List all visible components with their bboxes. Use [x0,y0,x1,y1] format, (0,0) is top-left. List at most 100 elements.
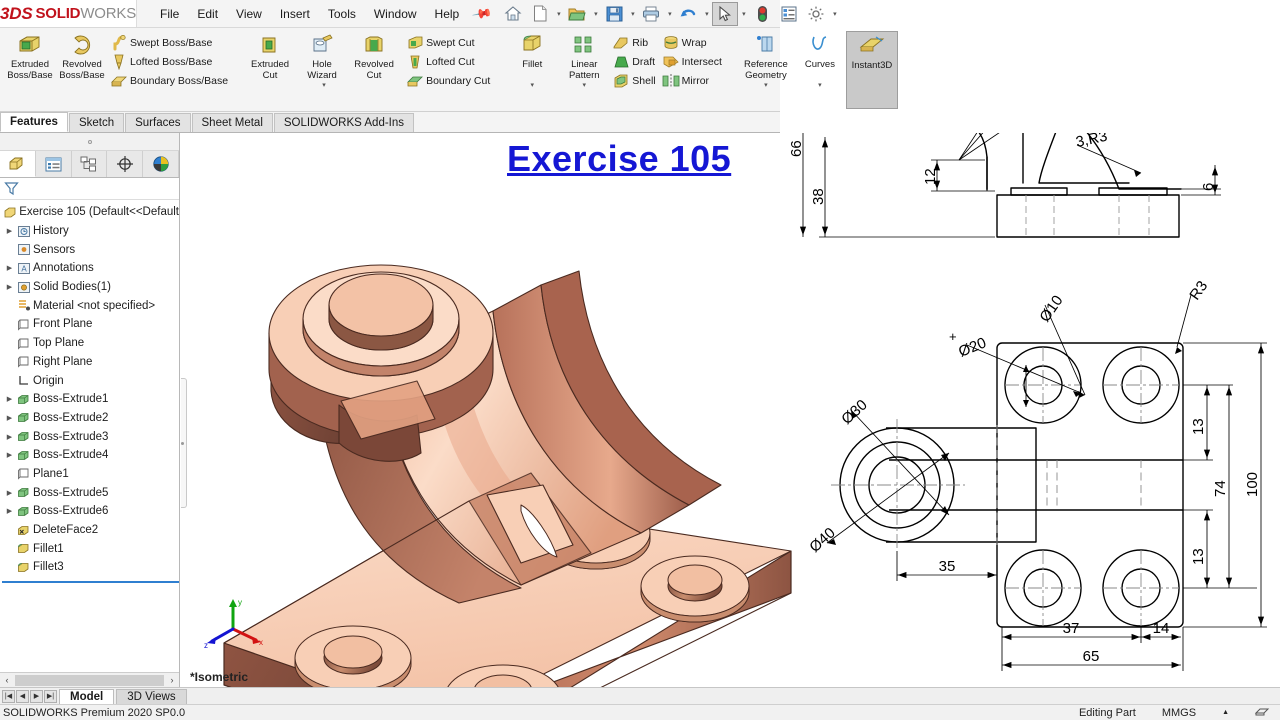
tree-item-boss-extrude1[interactable]: ▶ Boss-Extrude1 [2,390,179,409]
menu-item-file[interactable]: File [151,4,188,24]
three-d-model-bracket[interactable] [221,133,841,687]
undo-icon[interactable] [675,2,701,26]
pin-icon[interactable]: 📌 [471,2,494,24]
save-icon[interactable] [601,2,627,26]
tree-item-front-plane[interactable]: Front Plane [2,315,179,334]
new-document-icon[interactable] [527,2,553,26]
boundary-boss-base-button[interactable]: Boundary Boss/Base [108,72,232,90]
tree-item-annotations[interactable]: ▶ A Annotations [2,259,179,278]
tab-sketch[interactable]: Sketch [68,113,125,132]
tree-horizontal-scrollbar[interactable]: ‹ › [0,672,179,687]
tab-3d-views[interactable]: 3D Views [116,688,187,704]
scroll-right-arrow-icon[interactable]: › [165,675,179,685]
feature-manager-tab[interactable] [0,151,36,177]
boundary-cut-button[interactable]: Boundary Cut [404,72,494,90]
menu-item-tools[interactable]: Tools [319,4,365,24]
fillet-dropdown-icon[interactable]: ▾ [506,81,558,91]
tree-item-fillet3[interactable]: Fillet3 [2,558,179,577]
curves-dropdown-icon[interactable]: ▾ [794,81,846,91]
scroll-left-arrow-icon[interactable]: ‹ [0,675,14,685]
curves-button[interactable]: Curves [794,31,846,81]
open-icon[interactable] [564,2,590,26]
display-overlay-icon[interactable] [1254,705,1270,721]
tree-item-origin[interactable]: Origin [2,371,179,390]
tab-surfaces[interactable]: Surfaces [125,113,191,132]
tab-features[interactable]: Features [0,112,68,132]
tree-item-boss-extrude5[interactable]: ▶ Boss-Extrude5 [2,483,179,502]
rib-button[interactable]: Rib [610,34,659,52]
fillet-button[interactable]: Fillet [506,31,558,81]
instant3d-button[interactable]: Instant3D [845,31,898,109]
pattern-dropdown-icon[interactable]: ▾ [558,81,610,91]
print-dropdown-icon[interactable]: ▾ [665,10,674,18]
nav-prev-button[interactable]: ◀ [16,689,29,703]
intersect-button[interactable]: Intersect [660,53,726,71]
save-dropdown-icon[interactable]: ▾ [628,10,637,18]
shell-button[interactable]: Shell [610,72,659,90]
menu-item-help[interactable]: Help [426,4,469,24]
swept-boss-base-button[interactable]: Swept Boss/Base [108,34,232,52]
select-dropdown-icon[interactable]: ▾ [739,10,748,18]
settings-dropdown-icon[interactable]: ▾ [830,10,839,18]
select-cursor-icon[interactable] [712,1,739,26]
display-manager-tab[interactable] [143,151,179,177]
tree-arrow[interactable]: ▶ [4,414,15,422]
solidworks-logo[interactable]: 3DS SOLID WORKS [0,0,137,27]
wrap-button[interactable]: Wrap [660,34,726,52]
nav-last-button[interactable]: ▶| [44,689,57,703]
home-icon[interactable] [500,2,526,26]
tree-item-boss-extrude4[interactable]: ▶ Boss-Extrude4 [2,446,179,465]
tree-item-material[interactable]: Material <not specified> [2,296,179,315]
cut-group-dropdown-icon[interactable]: ▾ [244,81,404,91]
revolved-boss-base-button[interactable]: Revolved Boss/Base [56,31,108,81]
tree-item-fillet1[interactable]: Fillet1 [2,539,179,558]
tree-item-delete-face2[interactable]: DeleteFace2 [2,521,179,540]
tree-item-sensors[interactable]: Sensors [2,240,179,259]
menu-item-insert[interactable]: Insert [271,4,319,24]
panel-collapse-bar[interactable] [0,133,179,151]
undo-dropdown-icon[interactable]: ▾ [702,10,711,18]
options-list-icon[interactable] [776,2,802,26]
menu-item-view[interactable]: View [227,4,271,24]
tree-item-right-plane[interactable]: Right Plane [2,353,179,372]
property-manager-tab[interactable] [36,151,72,177]
tree-arrow[interactable]: ▶ [4,283,15,291]
tree-arrow[interactable]: ▶ [4,264,15,272]
graphics-viewport[interactable]: ▾ ▾ Exercise 105 [181,133,1280,687]
tree-item-boss-extrude2[interactable]: ▶ Boss-Extrude2 [2,409,179,428]
tree-arrow[interactable]: ▶ [4,451,15,459]
tab-solidworks-addins[interactable]: SOLIDWORKS Add-Ins [273,113,415,132]
reference-geometry-button[interactable]: Reference Geometry [738,31,794,81]
tab-sheet-metal[interactable]: Sheet Metal [191,113,273,132]
status-units[interactable]: MMGS [1162,707,1196,719]
tree-item-plane1[interactable]: Plane1 [2,465,179,484]
menu-item-window[interactable]: Window [365,4,426,24]
dimxpert-manager-tab[interactable] [107,151,144,177]
tree-item-history[interactable]: ▶ History [2,222,179,241]
linear-pattern-button[interactable]: Linear Pattern [558,31,610,81]
rollback-bar[interactable] [2,580,179,583]
swept-cut-button[interactable]: Swept Cut [404,34,494,52]
reference-geometry-dropdown-icon[interactable]: ▾ [738,81,794,91]
menu-item-edit[interactable]: Edit [188,4,227,24]
tree-arrow[interactable]: ▶ [4,227,15,235]
status-units-carat-icon[interactable]: ▲ [1222,709,1229,716]
tree-arrow[interactable]: ▶ [4,507,15,515]
tree-item-part-root[interactable]: Exercise 105 (Default<<Default [2,203,179,222]
rebuild-traffic-light-icon[interactable] [749,2,775,26]
tree-arrow[interactable]: ▶ [4,433,15,441]
tree-item-boss-extrude6[interactable]: ▶ Boss-Extrude6 [2,502,179,521]
print-icon[interactable] [638,2,664,26]
extruded-cut-button[interactable]: Extruded Cut [244,31,296,81]
scroll-thumb[interactable] [15,674,164,686]
nav-next-button[interactable]: ▶ [30,689,43,703]
tree-arrow[interactable]: ▶ [4,489,15,497]
nav-first-button[interactable]: |◀ [2,689,15,703]
hole-wizard-button[interactable]: Hole Wizard [296,31,348,81]
mirror-button[interactable]: Mirror [660,72,726,90]
tree-item-boss-extrude3[interactable]: ▶ Boss-Extrude3 [2,427,179,446]
tree-filter-bar[interactable] [0,178,179,200]
tree-arrow[interactable]: ▶ [4,395,15,403]
draft-button[interactable]: Draft [610,53,659,71]
lofted-boss-base-button[interactable]: Lofted Boss/Base [108,53,232,71]
